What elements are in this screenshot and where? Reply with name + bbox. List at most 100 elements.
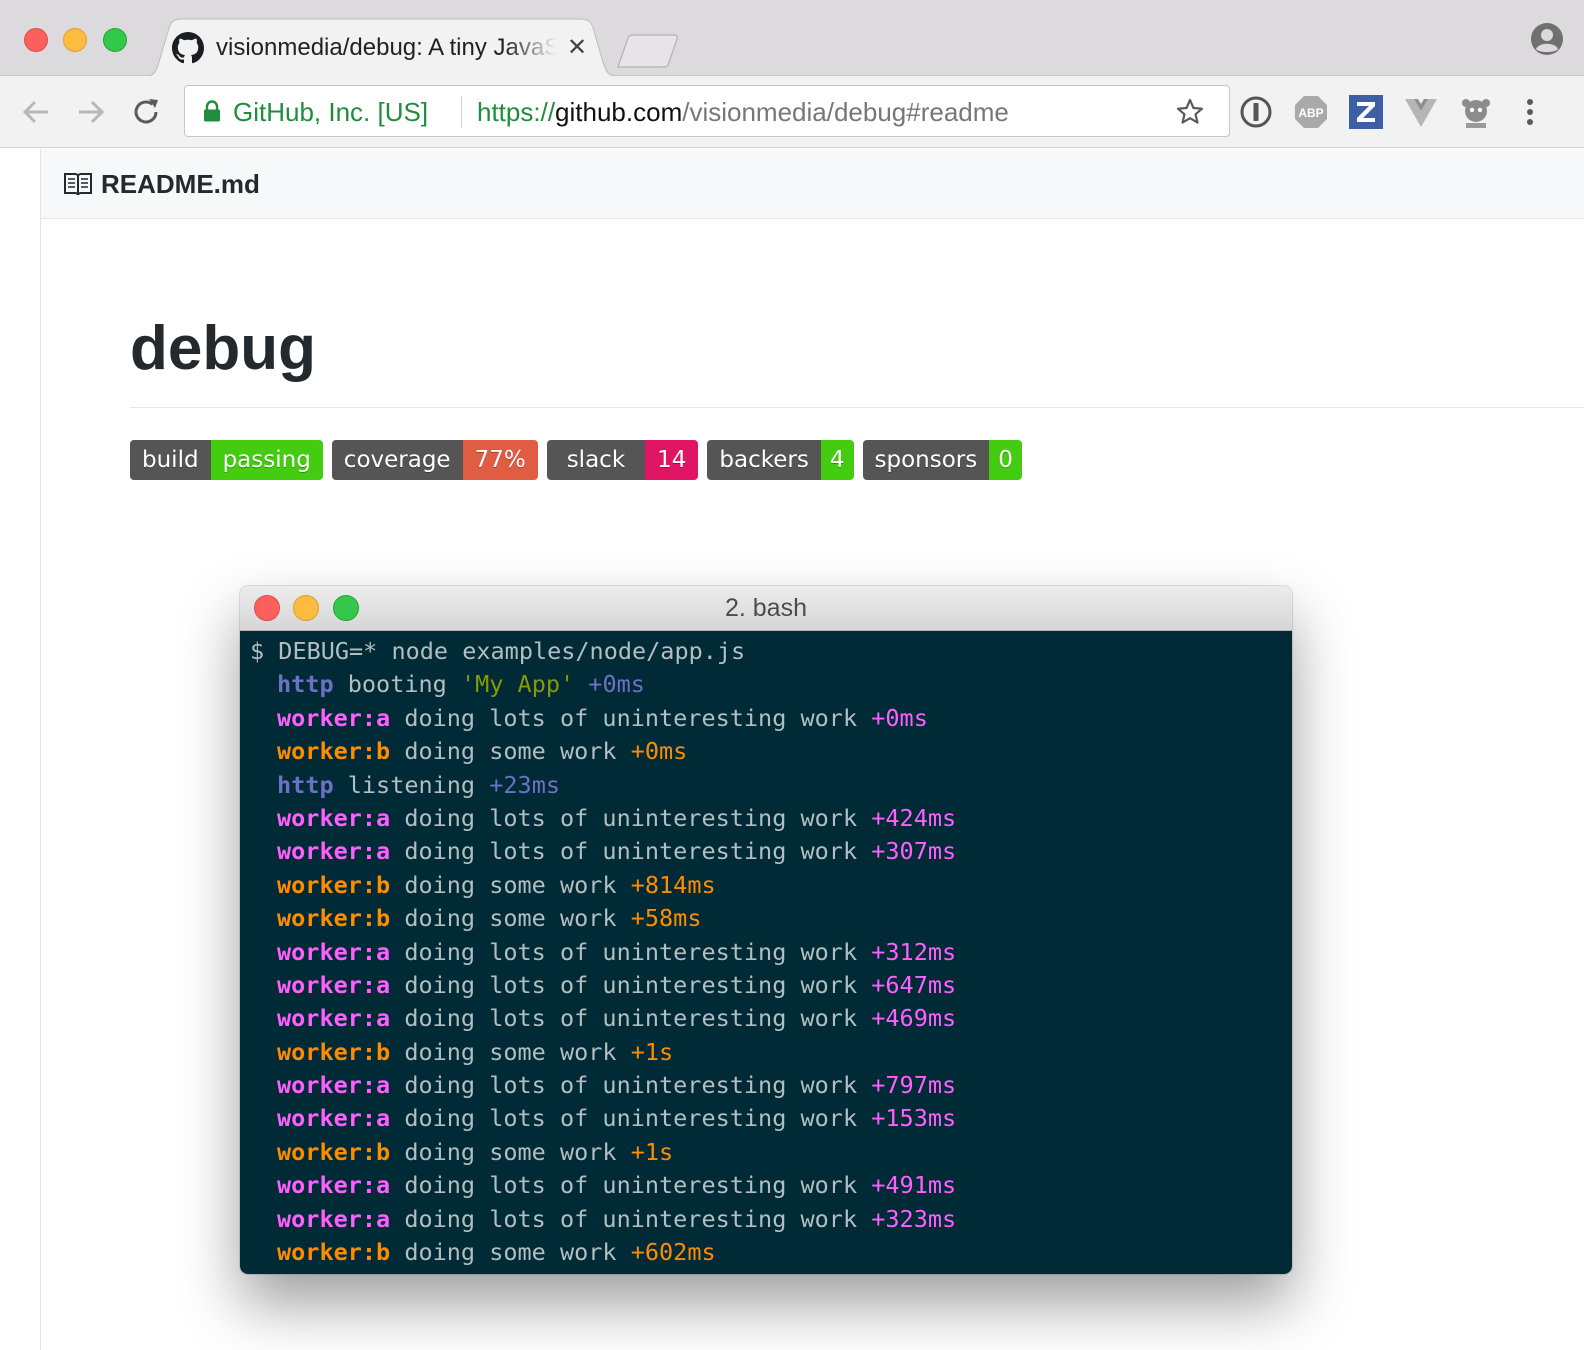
terminal-log-line: worker:b doing some work +602ms — [250, 1236, 1292, 1269]
terminal-log-line: worker:a doing lots of uninteresting wor… — [250, 936, 1292, 969]
log-namespace: worker:b — [277, 737, 391, 766]
log-message: doing lots of uninteresting work — [404, 1004, 858, 1033]
terminal-log-line: worker:a doing lots of uninteresting wor… — [250, 1169, 1292, 1202]
bookmark-star-icon[interactable] — [1175, 97, 1205, 127]
vue-devtools-icon[interactable] — [1403, 94, 1439, 130]
tab-title: visionmedia/debug: A tiny JavaScript deb… — [216, 34, 556, 61]
forward-arrow-icon[interactable] — [73, 94, 109, 130]
terminal-log-line: worker:a doing lots of uninteresting wor… — [250, 702, 1292, 735]
log-time-delta: +58ms — [630, 904, 702, 933]
terminal-log-line: worker:a doing lots of uninteresting wor… — [250, 1102, 1292, 1135]
github-icon — [172, 32, 204, 64]
readme-file-name[interactable]: README.md — [101, 167, 260, 201]
log-time-delta: +424ms — [871, 803, 957, 832]
log-message: doing some work — [404, 904, 617, 933]
log-namespace: worker:a — [277, 1004, 391, 1033]
build-badge[interactable]: build passing — [130, 440, 323, 480]
log-string-arg: 'My App' — [460, 670, 575, 699]
log-time-delta: +1s — [630, 1037, 674, 1066]
reload-icon[interactable] — [128, 94, 164, 130]
log-namespace: worker:a — [277, 803, 391, 832]
more-menu-icon[interactable] — [1512, 94, 1548, 130]
slack-badge[interactable]: slack 14 — [546, 440, 699, 480]
close-tab-icon[interactable]: ✕ — [564, 34, 590, 62]
log-message: booting — [347, 670, 447, 699]
log-time-delta: +491ms — [871, 1171, 957, 1200]
terminal-log-line: worker:a doing lots of uninteresting wor… — [250, 969, 1292, 1002]
log-namespace: worker:b — [277, 1137, 391, 1166]
minimize-window-button[interactable] — [63, 28, 87, 52]
page-heading: debug — [130, 314, 316, 383]
log-time-delta: +602ms — [630, 1238, 716, 1267]
heading-divider — [130, 407, 1584, 408]
log-time-delta: +469ms — [871, 1004, 957, 1033]
log-namespace: worker:a — [277, 970, 391, 999]
log-message: doing lots of uninteresting work — [404, 703, 858, 732]
log-time-delta: +0ms — [871, 703, 928, 732]
url-text[interactable]: https://github.com/visionmedia/debug#rea… — [477, 96, 1009, 128]
sponsors-badge[interactable]: sponsors 0 — [862, 440, 1022, 480]
log-message: doing lots of uninteresting work — [404, 1071, 858, 1100]
lock-icon — [204, 100, 220, 122]
log-time-delta: +323ms — [871, 1204, 957, 1233]
log-time-delta: +0ms — [588, 670, 645, 699]
url-host: github.com — [555, 97, 683, 127]
log-message: doing lots of uninteresting work — [404, 970, 858, 999]
badge-value: 4 — [820, 440, 854, 480]
url-path: /visionmedia/debug#readme — [682, 97, 1009, 127]
url-scheme: https:// — [477, 97, 556, 127]
terminal-log-line: worker:b doing some work +1s — [250, 1036, 1292, 1069]
adblock-plus-icon[interactable]: ABP — [1293, 94, 1329, 130]
terminal-log-line: worker:a doing lots of uninteresting wor… — [250, 802, 1292, 835]
log-time-delta: +307ms — [871, 837, 957, 866]
log-message: doing lots of uninteresting work — [404, 1204, 858, 1233]
log-namespace: worker:b — [277, 904, 391, 933]
ev-certificate-label[interactable]: GitHub, Inc. [US] — [233, 96, 428, 128]
1password-icon[interactable] — [1238, 94, 1274, 130]
terminal-minimize-dot — [293, 595, 319, 621]
log-message: doing some work — [404, 737, 617, 766]
backers-badge[interactable]: backers 4 — [707, 440, 854, 480]
log-time-delta: +312ms — [871, 937, 957, 966]
zoom-window-button[interactable] — [103, 28, 127, 52]
badge-row: build passing coverage 77% slack 14 backers… — [130, 440, 1022, 480]
badge-key: slack — [546, 440, 646, 480]
log-message: listening — [347, 770, 476, 799]
badge-key: build — [130, 440, 211, 480]
address-separator — [461, 96, 462, 128]
new-tab-button[interactable] — [614, 34, 682, 68]
log-time-delta: +1s — [630, 1137, 674, 1166]
coverage-badge[interactable]: coverage 77% — [331, 440, 538, 480]
profile-icon[interactable] — [1530, 22, 1564, 56]
log-message: doing lots of uninteresting work — [404, 1171, 858, 1200]
terminal-title: 2. bash — [724, 594, 807, 622]
extension-icon[interactable] — [1458, 94, 1494, 130]
page-content: README.md debug build passing coverage 77%… — [0, 149, 1584, 1350]
terminal-command-line: $ DEBUG=* node examples/node/app.js — [250, 637, 746, 665]
badge-value: passing — [210, 440, 323, 480]
terminal-output: $ DEBUG=* node examples/node/app.js http… — [240, 631, 1292, 1274]
terminal-log-line: worker:a doing lots of uninteresting wor… — [250, 1002, 1292, 1035]
log-namespace: worker:a — [277, 1171, 391, 1200]
terminal-title-bar: 2. bash — [240, 586, 1292, 631]
log-message: doing lots of uninteresting work — [404, 937, 858, 966]
address-bar[interactable]: GitHub, Inc. [US] https://github.com/vis… — [184, 85, 1230, 137]
log-message: doing some work — [404, 1037, 617, 1066]
log-namespace: worker:a — [277, 1104, 391, 1133]
log-namespace: worker:a — [277, 937, 391, 966]
terminal-log-line: http booting 'My App' +0ms — [250, 668, 1292, 701]
log-message: doing lots of uninteresting work — [404, 1104, 858, 1133]
close-window-button[interactable] — [24, 28, 48, 52]
browser-window: visionmedia/debug: A tiny JavaScript deb… — [0, 0, 1584, 1350]
log-time-delta: +153ms — [871, 1104, 957, 1133]
log-namespace: worker:a — [277, 1204, 391, 1233]
back-arrow-icon[interactable] — [18, 94, 54, 130]
zotero-icon[interactable] — [1348, 94, 1384, 130]
terminal-screenshot: 2. bash $ DEBUG=* node examples/node/app… — [240, 586, 1292, 1274]
log-namespace: worker:a — [277, 703, 391, 732]
badge-value: 77% — [462, 440, 538, 480]
badge-key: backers — [707, 440, 821, 480]
log-message: doing some work — [404, 870, 617, 899]
tab-active[interactable]: visionmedia/debug: A tiny JavaScript deb… — [142, 18, 622, 77]
readme-header: README.md — [41, 149, 1584, 219]
